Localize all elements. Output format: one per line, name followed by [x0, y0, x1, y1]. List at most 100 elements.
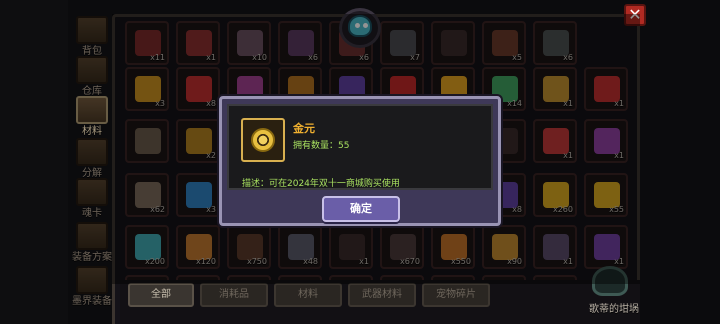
inventory-slot[interactable]: x750 — [227, 225, 271, 269]
item-quantity: 拥有数量：55 — [293, 141, 350, 151]
inventory-slot[interactable]: x670 — [380, 225, 424, 269]
item-icon — [441, 30, 467, 56]
inventory-slot[interactable]: x260 — [533, 173, 577, 217]
item-icon — [135, 128, 161, 154]
item-icon-frame — [241, 118, 285, 162]
inventory-slot[interactable]: x5 — [482, 21, 526, 65]
item-count: x1 — [563, 151, 573, 160]
inventory-slot[interactable]: x1 — [533, 119, 577, 163]
filter-tab[interactable]: 武器材料 — [348, 283, 416, 307]
item-count: x14 — [507, 99, 522, 108]
gold-coin-icon — [251, 128, 275, 152]
inventory-slot[interactable] — [125, 119, 169, 163]
inventory-slot[interactable]: x8 — [176, 67, 220, 111]
sidebar-tab[interactable]: 装备方案 — [70, 220, 114, 263]
item-info-panel: 金元 拥有数量：55 描述：可在2024年双十一商城购买使用 — [227, 104, 493, 190]
tab-chest-icon — [76, 178, 108, 206]
item-count: x48 — [303, 257, 318, 266]
item-count: x55 — [609, 205, 624, 214]
inventory-slot[interactable]: x3 — [176, 173, 220, 217]
item-count: x550 — [450, 257, 471, 266]
crucible-icon — [592, 266, 628, 296]
confirm-button[interactable]: 确定 — [322, 196, 400, 222]
sidebar-tab[interactable]: 背包 — [70, 14, 114, 57]
inventory-slot[interactable]: x550 — [431, 225, 475, 269]
inventory-slot[interactable]: x6 — [533, 21, 577, 65]
inventory-slot[interactable]: x1 — [533, 225, 577, 269]
item-count: x8 — [512, 205, 522, 214]
item-count: x120 — [195, 257, 216, 266]
inventory-slot[interactable]: x1 — [584, 67, 628, 111]
left-margin — [0, 0, 68, 324]
tab-chest-icon — [76, 222, 108, 250]
tab-chest-icon — [76, 96, 108, 124]
item-name: 金元 — [293, 122, 315, 135]
inventory-slot[interactable]: x55 — [584, 173, 628, 217]
item-count: x6 — [563, 53, 573, 62]
item-count: x1 — [614, 99, 624, 108]
inventory-slot[interactable]: x6 — [278, 21, 322, 65]
item-count: x200 — [144, 257, 165, 266]
filter-tab[interactable]: 宠物碎片 — [422, 283, 490, 307]
item-count: x6 — [359, 53, 369, 62]
inventory-slot[interactable]: x7 — [380, 21, 424, 65]
item-count: x5 — [512, 53, 522, 62]
item-count: x7 — [410, 53, 420, 62]
tab-chest-icon — [76, 56, 108, 84]
sidebar-tab-label: 材料 — [82, 126, 102, 137]
filter-bar: 全部 消耗品 材料 武器材料 宠物碎片 — [120, 280, 640, 324]
inventory-slot[interactable]: x10 — [227, 21, 271, 65]
item-count: x3 — [206, 205, 216, 214]
inventory-slot[interactable]: x1 — [176, 21, 220, 65]
sidebar-tab-label: 装备方案 — [72, 252, 112, 263]
filter-tab[interactable]: 全部 — [128, 283, 194, 307]
inventory-slot[interactable]: x90 — [482, 225, 526, 269]
inventory-slot[interactable]: x3 — [125, 67, 169, 111]
inventory-slot[interactable]: x1 — [584, 119, 628, 163]
item-count: x90 — [507, 257, 522, 266]
inventory-slot[interactable]: x120 — [176, 225, 220, 269]
tab-chest-icon — [76, 138, 108, 166]
close-button[interactable]: ✕ — [624, 4, 646, 26]
item-count: x670 — [399, 257, 420, 266]
item-description: 描述：可在2024年双十一商城购买使用 — [242, 179, 400, 189]
item-count: x6 — [308, 53, 318, 62]
item-count: x10 — [252, 53, 267, 62]
mascot-eye-right — [363, 23, 368, 28]
inventory-slot[interactable]: x1 — [533, 67, 577, 111]
item-count: x11 — [150, 53, 165, 62]
sidebar: 背包 仓库材料 分解魂卡装备方案 墨界装备 — [70, 14, 116, 324]
mascot-eye-left — [355, 23, 360, 28]
item-count: x1 — [563, 99, 573, 108]
inventory-slot[interactable]: x11 — [125, 21, 169, 65]
item-count: x1 — [359, 257, 369, 266]
inventory-slot[interactable]: x48 — [278, 225, 322, 269]
item-count: x1 — [206, 53, 216, 62]
filter-tab[interactable]: 材料 — [274, 283, 342, 307]
crucible-button[interactable] — [588, 262, 632, 302]
item-count: x8 — [206, 99, 216, 108]
inventory-slot[interactable]: x1 — [329, 225, 373, 269]
sidebar-tab[interactable]: 分解 — [70, 136, 114, 179]
mascot-avatar — [339, 8, 381, 48]
sidebar-tab[interactable]: 墨界装备 — [70, 264, 114, 307]
sidebar-tab[interactable]: 仓库 — [70, 54, 114, 97]
inventory-slot[interactable]: x62 — [125, 173, 169, 217]
item-count: x1 — [563, 257, 573, 266]
sidebar-tab-label: 魂卡 — [82, 208, 102, 219]
item-count: x1 — [614, 151, 624, 160]
sidebar-tab[interactable]: 材料 — [70, 94, 114, 137]
inventory-slot[interactable] — [431, 21, 475, 65]
inventory-slot[interactable]: x200 — [125, 225, 169, 269]
item-count: x260 — [552, 205, 573, 214]
crucible-label: 歌蒂的坩埚 — [589, 304, 639, 315]
tab-chest-icon — [76, 16, 108, 44]
sidebar-tab[interactable]: 魂卡 — [70, 176, 114, 219]
item-count: x2 — [206, 151, 216, 160]
filter-tab[interactable]: 消耗品 — [200, 283, 268, 307]
item-count: x750 — [246, 257, 267, 266]
tab-chest-icon — [76, 266, 108, 294]
inventory-slot[interactable]: x2 — [176, 119, 220, 163]
item-count: x3 — [155, 99, 165, 108]
item-count: x62 — [150, 205, 165, 214]
